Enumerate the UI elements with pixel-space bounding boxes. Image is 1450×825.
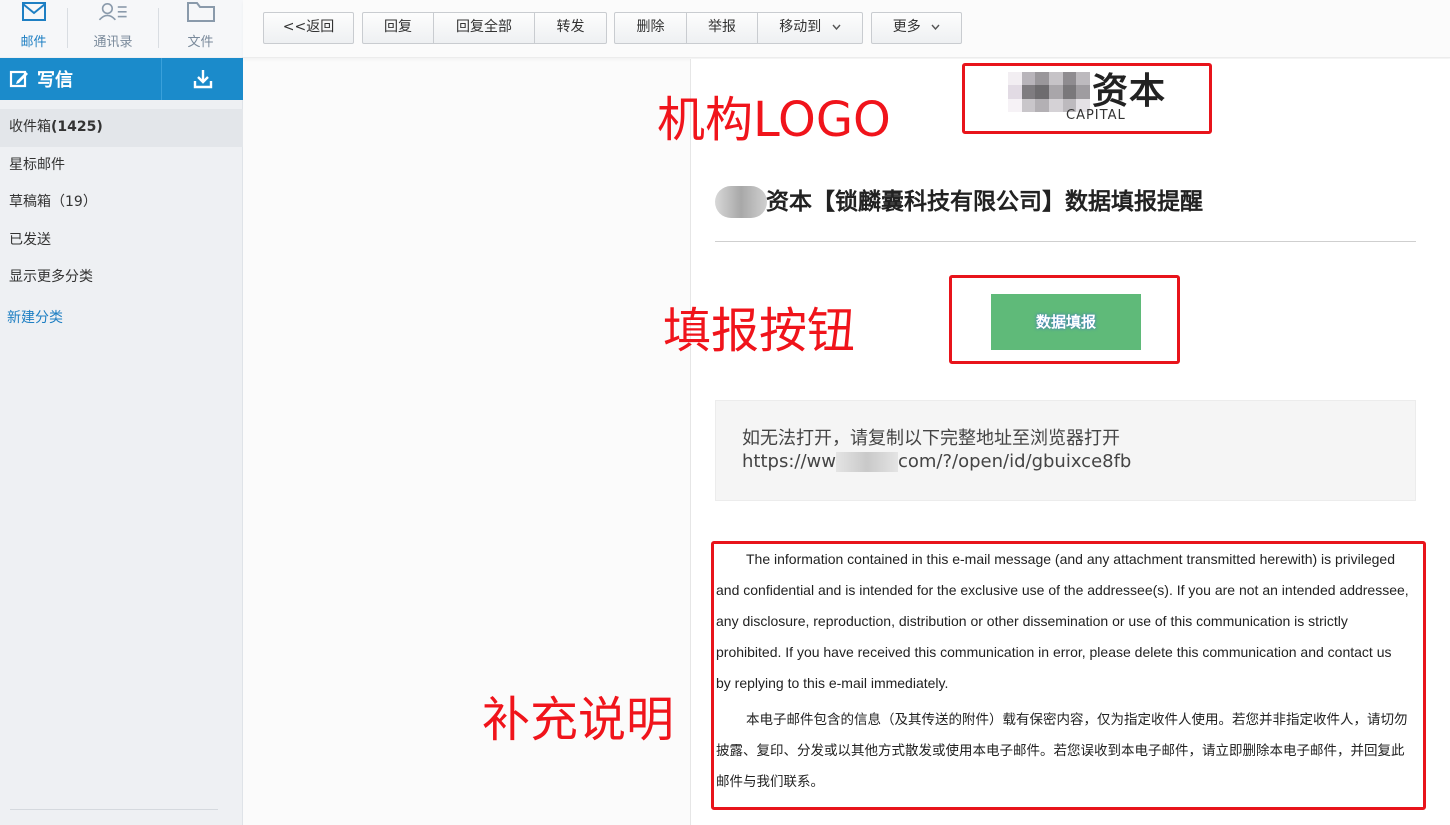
move-to-dropdown[interactable]: 移动到 [758, 13, 862, 43]
fallback-link-box: 如无法打开，请复制以下完整地址至浏览器打开 https://ww com/?/op… [715, 400, 1416, 501]
back-label: <<返回 [282, 19, 335, 35]
forward-button[interactable]: 转发 [535, 13, 606, 43]
envelope-icon [21, 2, 46, 21]
title-redaction [715, 186, 767, 218]
compose-button[interactable]: 写信 [0, 58, 161, 100]
folder-icon [186, 2, 215, 22]
mail-toolbar: <<返回 回复 回复全部 转发 删除 举报 移动到 更多 [243, 0, 1450, 58]
delete-button[interactable]: 删除 [615, 13, 687, 43]
new-category-label: 新建分类 [7, 309, 63, 326]
compose-bar: 写信 [0, 58, 243, 100]
more-group: 更多 [871, 12, 962, 44]
mail-title: 资本【锁麟囊科技有限公司】数据填报提醒 [766, 189, 1203, 215]
folder-inbox[interactable]: 收件箱(1425) [0, 109, 243, 147]
link-hint: 如无法打开，请复制以下完整地址至浏览器打开 [742, 428, 1120, 449]
more-dropdown[interactable]: 更多 [872, 13, 961, 43]
nav-contacts[interactable]: 通讯录 [68, 0, 158, 57]
reply-group: 回复 回复全部 转发 [362, 12, 607, 44]
back-group: <<返回 [263, 12, 354, 44]
top-nav: 邮件 通讯录 文件 [0, 0, 243, 57]
mail-client: 邮件 通讯录 文件 写信 收件箱(1425) 星标邮件 草稿箱（19） 已发送 … [0, 0, 1450, 825]
nav-contacts-label: 通讯录 [93, 35, 133, 50]
sidebar-divider [10, 809, 218, 810]
folder-starred[interactable]: 星标邮件 [0, 147, 243, 185]
edit-icon [9, 70, 28, 88]
folder-inbox-label: 收件箱 [9, 119, 51, 135]
folder-sent[interactable]: 已发送 [0, 222, 243, 260]
chevron-down-icon [931, 24, 940, 30]
logo-highlight-box [962, 63, 1212, 134]
url-redaction [835, 452, 898, 472]
url-prefix: https://ww [742, 451, 836, 472]
folder-drafts-label: 草稿箱（19） [9, 194, 97, 210]
folder-show-more[interactable]: 显示更多分类 [0, 259, 243, 297]
reply-all-button[interactable]: 回复全部 [434, 13, 535, 43]
folder-list: 收件箱(1425) 星标邮件 草稿箱（19） 已发送 显示更多分类 新建分类 [0, 109, 243, 337]
manage-group: 删除 举报 移动到 [614, 12, 863, 44]
move-to-label: 移动到 [779, 19, 822, 35]
reply-button[interactable]: 回复 [363, 13, 434, 43]
report-button[interactable]: 举报 [687, 13, 758, 43]
more-label: 更多 [892, 19, 921, 35]
download-icon [193, 70, 212, 89]
back-button[interactable]: <<返回 [264, 13, 353, 43]
button-highlight-box [949, 275, 1180, 364]
report-label: 举报 [708, 19, 736, 35]
nav-files-label: 文件 [187, 35, 214, 50]
folder-drafts[interactable]: 草稿箱（19） [0, 184, 243, 222]
receive-button[interactable] [162, 58, 243, 100]
url-suffix: com/?/open/id/gbuixce8fb [897, 451, 1132, 472]
annotation-button: 填报按钮 [663, 303, 856, 359]
chevron-down-icon [832, 24, 841, 30]
delete-label: 删除 [636, 19, 665, 35]
fallback-url[interactable]: https://ww com/?/open/id/gbuixce8fb [742, 450, 1415, 473]
annotation-note: 补充说明 [482, 692, 675, 748]
note-highlight-box [711, 541, 1426, 810]
folder-starred-label: 星标邮件 [9, 156, 65, 173]
sidebar: 邮件 通讯录 文件 写信 收件箱(1425) 星标邮件 草稿箱（19） 已发送 … [0, 0, 243, 825]
folder-show-more-label: 显示更多分类 [9, 269, 93, 285]
annotation-logo: 机构LOGO [657, 92, 891, 148]
new-category-link[interactable]: 新建分类 [0, 300, 243, 338]
compose-label: 写信 [37, 70, 73, 91]
folder-sent-label: 已发送 [9, 231, 51, 248]
nav-mail-label: 邮件 [20, 35, 47, 50]
folder-inbox-count: (1425) [51, 119, 103, 135]
title-divider [715, 241, 1416, 242]
nav-files[interactable]: 文件 [159, 0, 242, 57]
nav-mail[interactable]: 邮件 [0, 0, 67, 57]
contacts-icon [98, 3, 127, 21]
reply-label: 回复 [384, 19, 412, 35]
forward-label: 转发 [556, 19, 585, 35]
reply-all-label: 回复全部 [456, 19, 512, 35]
